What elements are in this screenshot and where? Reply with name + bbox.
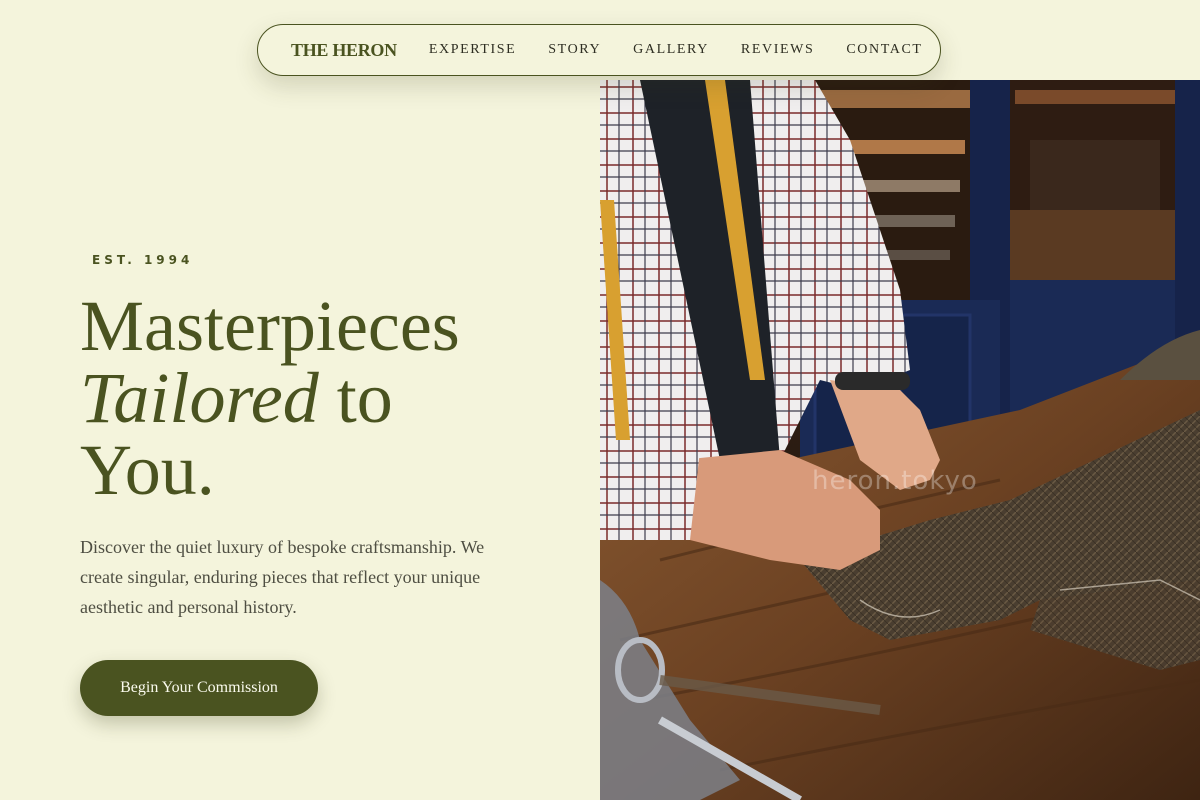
tailor-illustration (600, 80, 1200, 800)
headline-italic-word: Tailored (80, 358, 319, 438)
nav-link-gallery[interactable]: GALLERY (633, 42, 709, 58)
tailor-hero-image: heron.tokyo (600, 80, 1200, 800)
nav-link-story[interactable]: STORY (548, 42, 601, 58)
headline-line-2-rest: to (318, 358, 393, 438)
top-navigation: THE HERON EXPERTISE STORY GALLERY REVIEW… (257, 24, 941, 76)
nav-link-contact[interactable]: CONTACT (846, 42, 922, 58)
headline-line-1: Masterpieces (80, 286, 460, 366)
hero-headline: Masterpieces Tailored to You. (80, 290, 460, 506)
begin-commission-button[interactable]: Begin Your Commission (80, 660, 318, 716)
wristwatch (835, 372, 910, 390)
headline-line-3: You. (80, 430, 215, 510)
brand-logo[interactable]: THE HERON (291, 40, 397, 61)
hero-description: Discover the quiet luxury of bespoke cra… (80, 537, 485, 617)
established-eyebrow: EST. 1994 (92, 253, 194, 267)
nav-link-reviews[interactable]: REVIEWS (741, 42, 814, 58)
nav-link-expertise[interactable]: EXPERTISE (429, 42, 516, 58)
image-watermark: heron.tokyo (812, 466, 978, 496)
